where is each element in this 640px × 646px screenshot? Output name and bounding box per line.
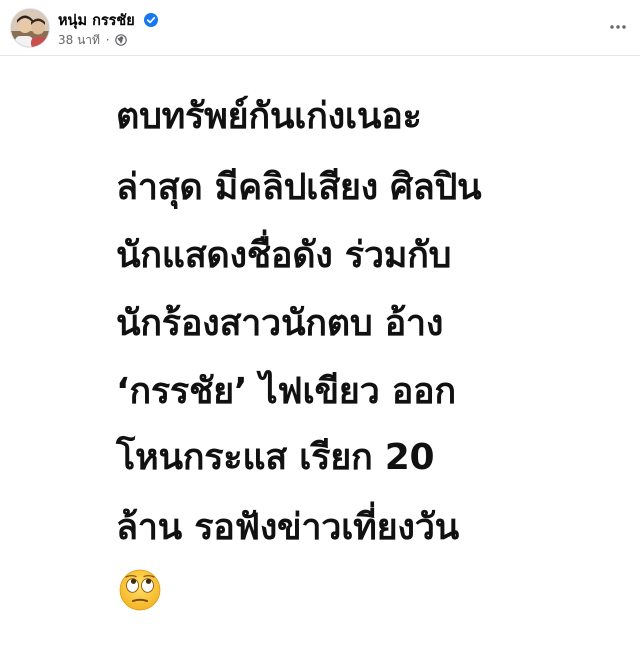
author-name[interactable]: หนุ่ม กรรชัย [58, 13, 135, 29]
post-meta: 38 นาที · [58, 31, 128, 50]
author-avatar[interactable] [10, 8, 50, 48]
verified-badge-icon [143, 13, 158, 31]
post-timestamp[interactable]: 38 นาที [58, 33, 100, 47]
post-text-line: นักร้องสาวนักตบ อ้าง [116, 303, 444, 344]
meta-separator: · [105, 33, 110, 47]
post-text-line: โหนกระแส เรียก 20 [116, 437, 435, 478]
post-body: ตบทรัพย์กันเก่งเนอะ ล่าสุด มีคลิปเสียง ศ… [0, 56, 640, 646]
rolling-eyes-emoji-icon [118, 568, 162, 616]
post-text-line: ‘กรรชัย’ ไฟเขียว ออก [116, 371, 456, 412]
avatar-photo [11, 9, 49, 47]
author-name-row: หนุ่ม กรรชัย [58, 9, 158, 32]
post-header: หนุ่ม กรรชัย 38 นาที · [0, 0, 640, 54]
post-text-line: นักแสดงชื่อดัง ร่วมกับ [116, 235, 452, 276]
post-text-line: ล้าน รอฟังข่าวเที่ยงวัน [116, 507, 459, 548]
globe-icon[interactable] [115, 34, 128, 49]
more-options-icon[interactable] [608, 17, 628, 37]
post-text-line: ตบทรัพย์กันเก่งเนอะ [116, 96, 422, 137]
post-text-line: ล่าสุด มีคลิปเสียง ศิลปิน [116, 167, 482, 208]
